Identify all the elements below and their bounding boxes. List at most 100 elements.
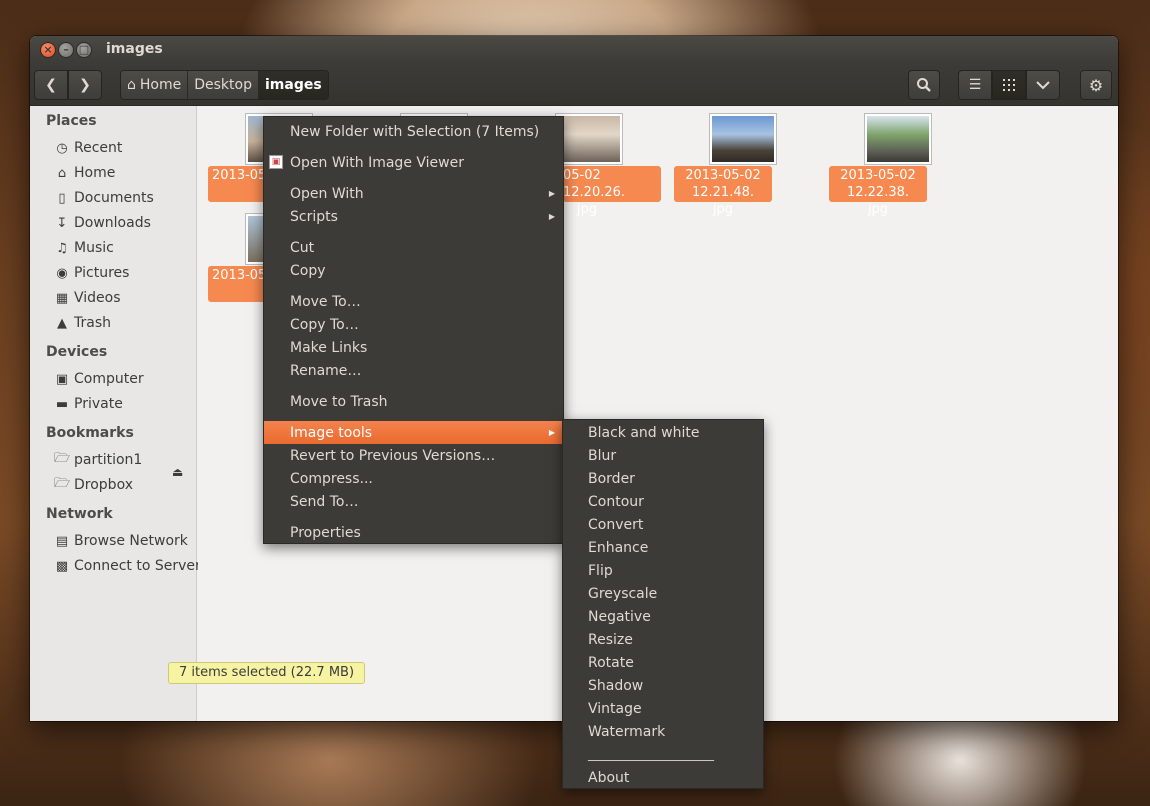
search-icon bbox=[917, 78, 931, 92]
folder-icon: 🗁 bbox=[54, 451, 71, 466]
submenu-item-resize[interactable]: Resize bbox=[563, 628, 763, 651]
server-icon: ▩ bbox=[55, 558, 69, 574]
menu-item-copy[interactable]: Copy bbox=[264, 259, 563, 282]
home-icon: ⌂ bbox=[127, 77, 136, 93]
sidebar-item-dropbox[interactable]: 🗁 Dropbox bbox=[54, 474, 133, 496]
grid-view-icon bbox=[1003, 79, 1015, 91]
menu-item-move-to-trash[interactable]: Move to Trash bbox=[264, 390, 563, 413]
menu-item-revert-to-previous-versions[interactable]: Revert to Previous Versions… bbox=[264, 444, 563, 467]
context-menu: New Folder with Selection (7 Items) ▣ Ope… bbox=[263, 116, 564, 544]
submenu-item-border[interactable]: Border bbox=[563, 467, 763, 490]
menu-item-make-links[interactable]: Make Links bbox=[264, 336, 563, 359]
list-view-icon: ☰ bbox=[968, 77, 982, 93]
sidebar-item-partition1[interactable]: 🗁 partition1 bbox=[54, 449, 142, 471]
image-viewer-icon: ▣ bbox=[269, 155, 283, 169]
music-icon: ♫ bbox=[56, 240, 68, 256]
submenu-item-about[interactable]: About bbox=[563, 766, 763, 789]
sidebar-item-recent[interactable]: ◷ Recent bbox=[54, 137, 122, 159]
menu-item-cut[interactable]: Cut bbox=[264, 236, 563, 259]
sidebar: Places ◷ Recent ⌂ Home ▯ Documents ↧ Downloa… bbox=[30, 106, 201, 721]
file-thumbnail[interactable] bbox=[555, 113, 623, 165]
menu-item-compress[interactable]: Compress... bbox=[264, 467, 563, 490]
submenu-item-watermark[interactable]: Watermark bbox=[563, 720, 763, 743]
submenu-arrow-icon: ▶ bbox=[548, 189, 555, 198]
file-label[interactable]: 2013-05-02 12.21.48. jpg bbox=[674, 166, 772, 217]
forward-button[interactable]: ❯ bbox=[68, 70, 102, 100]
submenu-item-blur[interactable]: Blur bbox=[563, 444, 763, 467]
file-label[interactable]: 05-02 12.20.26. jpg bbox=[563, 166, 661, 217]
sidebar-item-downloads[interactable]: ↧ Downloads bbox=[54, 212, 151, 234]
sidebar-item-browse-network[interactable]: ▤ Browse Network bbox=[54, 530, 188, 552]
sidebar-item-videos[interactable]: ▦ Videos bbox=[54, 287, 121, 309]
file-label[interactable]: 2013-05-02 12.22.38. jpg bbox=[829, 166, 927, 217]
window-title: images bbox=[106, 41, 163, 57]
menu-item-send-to[interactable]: Send To… bbox=[264, 490, 563, 513]
toolbar: ❮ ❯ ⌂ Home Desktop images ☰ ⚙ bbox=[30, 64, 1118, 106]
sidebar-item-music[interactable]: ♫ Music bbox=[54, 237, 114, 259]
sidebar-item-connect-to-server[interactable]: ▩ Connect to Server bbox=[54, 555, 201, 577]
home-icon: ⌂ bbox=[57, 165, 67, 181]
download-icon: ↧ bbox=[56, 215, 68, 231]
submenu-item-convert[interactable]: Convert bbox=[563, 513, 763, 536]
forward-arrow-icon: ❯ bbox=[79, 77, 91, 93]
titlebar[interactable]: × – □ images bbox=[30, 36, 1118, 64]
submenu-item-enhance[interactable]: Enhance bbox=[563, 536, 763, 559]
breadcrumb-desktop[interactable]: Desktop bbox=[188, 71, 259, 99]
bookmarks-header: Bookmarks bbox=[46, 425, 134, 441]
folder-icon: 🗁 bbox=[54, 476, 71, 491]
places-header: Places bbox=[46, 113, 97, 129]
breadcrumb-home[interactable]: ⌂ Home bbox=[121, 71, 189, 99]
sidebar-item-computer[interactable]: ▣ Computer bbox=[54, 368, 144, 390]
breadcrumb-images[interactable]: images bbox=[258, 71, 328, 99]
computer-icon: ▣ bbox=[55, 371, 69, 387]
sidebar-item-private[interactable]: ▬ Private bbox=[54, 393, 123, 415]
menu-item-image-tools[interactable]: Image tools ▶ bbox=[264, 421, 563, 444]
close-icon[interactable]: × bbox=[40, 42, 56, 58]
menu-item-properties[interactable]: Properties bbox=[264, 521, 563, 544]
submenu-item-vintage[interactable]: Vintage bbox=[563, 697, 763, 720]
search-button[interactable] bbox=[908, 70, 940, 100]
eject-icon[interactable]: ⏏ bbox=[172, 465, 183, 479]
submenu-item-flip[interactable]: Flip bbox=[563, 559, 763, 582]
gear-icon: ⚙ bbox=[1088, 75, 1104, 95]
sidebar-item-trash[interactable]: ▲ Trash bbox=[54, 312, 111, 334]
menu-item-rename[interactable]: Rename… bbox=[264, 359, 563, 382]
sidebar-item-pictures[interactable]: ◉ Pictures bbox=[54, 262, 129, 284]
menu-item-copy-to[interactable]: Copy To… bbox=[264, 313, 563, 336]
selection-status: 7 items selected (22.7 MB) bbox=[168, 662, 366, 684]
submenu-separator: _____________________ bbox=[588, 746, 714, 761]
camera-icon: ◉ bbox=[56, 265, 68, 281]
file-thumbnail[interactable] bbox=[864, 113, 932, 165]
settings-button[interactable]: ⚙ bbox=[1080, 70, 1112, 100]
devices-header: Devices bbox=[46, 344, 108, 360]
sidebar-item-home[interactable]: ⌂ Home bbox=[54, 162, 115, 184]
menu-item-scripts[interactable]: Scripts ▶ bbox=[264, 205, 563, 228]
clock-icon: ◷ bbox=[56, 140, 68, 156]
submenu-arrow-icon: ▶ bbox=[548, 428, 555, 437]
menu-item-open-with-image-viewer[interactable]: ▣ Open With Image Viewer bbox=[264, 151, 563, 174]
back-button[interactable]: ❮ bbox=[34, 70, 68, 100]
view-options-button[interactable] bbox=[1026, 70, 1060, 100]
submenu-item-contour[interactable]: Contour bbox=[563, 490, 763, 513]
list-view-button[interactable]: ☰ bbox=[958, 70, 992, 100]
network-header: Network bbox=[46, 506, 113, 522]
grid-view-button[interactable] bbox=[992, 70, 1026, 100]
maximize-icon[interactable]: □ bbox=[76, 42, 92, 58]
submenu-item-negative[interactable]: Negative bbox=[563, 605, 763, 628]
menu-item-move-to[interactable]: Move To… bbox=[264, 290, 563, 313]
submenu-item-black-and-white[interactable]: Black and white bbox=[563, 421, 763, 444]
file-thumbnail[interactable] bbox=[709, 113, 777, 165]
chevron-down-icon bbox=[1036, 81, 1050, 90]
drive-icon: ▬ bbox=[55, 396, 69, 412]
back-arrow-icon: ❮ bbox=[45, 77, 57, 93]
menu-item-new-folder-with-selection[interactable]: New Folder with Selection (7 Items) bbox=[264, 120, 563, 143]
menu-item-open-with[interactable]: Open With ▶ bbox=[264, 182, 563, 205]
submenu-item-greyscale[interactable]: Greyscale bbox=[563, 582, 763, 605]
document-icon: ▯ bbox=[58, 190, 66, 206]
network-icon: ▤ bbox=[55, 533, 69, 549]
sidebar-item-documents[interactable]: ▯ Documents bbox=[54, 187, 153, 209]
minimize-icon[interactable]: – bbox=[58, 42, 74, 58]
submenu-item-rotate[interactable]: Rotate bbox=[563, 651, 763, 674]
submenu-item-shadow[interactable]: Shadow bbox=[563, 674, 763, 697]
image-tools-submenu: Black and white Blur Border Contour Conv… bbox=[562, 419, 764, 789]
